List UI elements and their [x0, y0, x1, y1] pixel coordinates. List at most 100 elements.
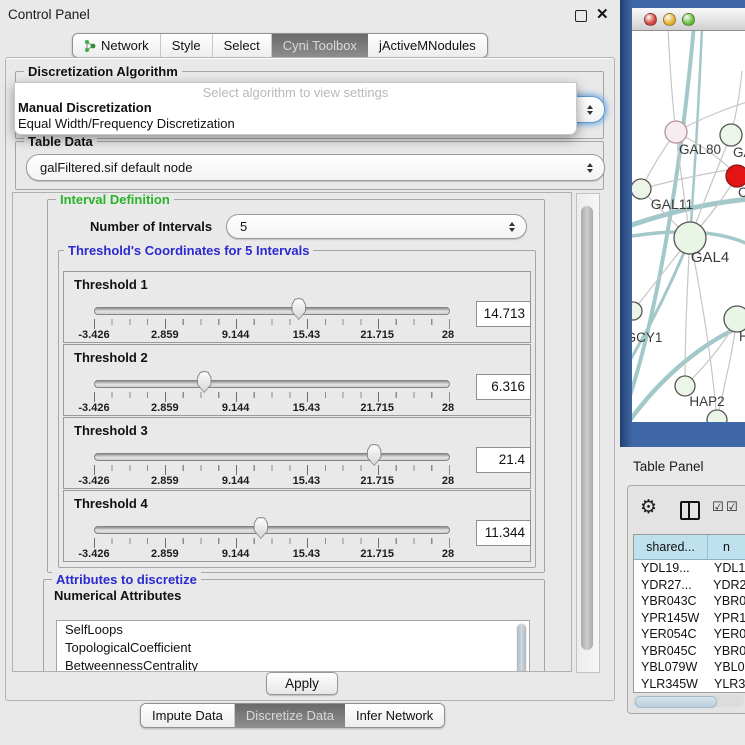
- list-scrollbar[interactable]: [516, 623, 527, 672]
- slider-track[interactable]: [94, 526, 450, 534]
- tab-cyni-toolbox[interactable]: Cyni Toolbox: [272, 34, 368, 57]
- attribute-list-item[interactable]: BetweennessCentrality: [57, 657, 529, 672]
- zoom-button-icon[interactable]: [682, 13, 695, 26]
- table-cell-name: YBR0: [707, 643, 745, 660]
- list-scrollbar-thumb[interactable]: [517, 624, 526, 672]
- tick-label: -3.426: [78, 475, 109, 487]
- network-canvas[interactable]: GAL80GALCGAL11GAL4GCY1HHAP2: [632, 31, 745, 422]
- node-label: C: [738, 185, 745, 200]
- slider-track[interactable]: [94, 453, 450, 461]
- threshold-value-field[interactable]: 6.316: [476, 374, 531, 400]
- checkbox-icon[interactable]: ☑: [726, 500, 738, 515]
- tick-label: 9.144: [222, 475, 250, 487]
- tick-label: 2.859: [151, 329, 179, 341]
- bottom-tab-impute-data[interactable]: Impute Data: [141, 704, 235, 727]
- network-node-gal[interactable]: [720, 124, 742, 146]
- bottom-tab-infer-network[interactable]: Infer Network: [345, 704, 444, 727]
- table-row[interactable]: YDL19...YDL1: [634, 560, 745, 577]
- table-cell-shared-name: YBL079W: [634, 659, 707, 676]
- table-rows: YDL19...YDL1YDR27...YDR2YBR043CYBR0YPR14…: [634, 560, 745, 692]
- tick-label: 28: [442, 548, 454, 560]
- table-row[interactable]: YLR345WYLR3: [634, 676, 745, 693]
- bottom-tab-label: Infer Network: [356, 708, 433, 723]
- minimize-button-icon[interactable]: [663, 13, 676, 26]
- table-cell-name: YBL0: [707, 659, 745, 676]
- tick-label: 9.144: [222, 402, 250, 414]
- slider-major-ticks: [94, 465, 450, 475]
- attribute-list-item[interactable]: TopologicalCoefficient: [57, 639, 529, 657]
- close-button-icon[interactable]: [644, 13, 657, 26]
- screen: Control Panel ✕ NetworkStyleSelectCyni T…: [0, 0, 745, 745]
- attribute-list-item[interactable]: SelfLoops: [57, 621, 529, 639]
- tick-label: 15.43: [293, 548, 321, 560]
- table-cell-name: YDR2: [706, 577, 745, 594]
- tick-label: 2.859: [151, 475, 179, 487]
- close-icon[interactable]: ✕: [596, 5, 609, 23]
- interval-definition-title: Interval Definition: [56, 192, 174, 207]
- network-node-gal80[interactable]: [665, 121, 687, 143]
- table-row[interactable]: YBL079WYBL0: [634, 659, 745, 676]
- dropdown-option-manual-discretization[interactable]: Manual Discretization: [18, 100, 152, 115]
- network-node[interactable]: [707, 410, 727, 422]
- threshold-value-field[interactable]: 11.344: [476, 520, 531, 546]
- table-data-title: Table Data: [24, 134, 97, 149]
- algorithm-group-title: Discretization Algorithm: [24, 64, 182, 79]
- slider-major-ticks: [94, 392, 450, 402]
- table-row[interactable]: YDR27...YDR2: [634, 577, 745, 594]
- table-row[interactable]: YBR043CYBR0: [634, 593, 745, 610]
- tab-network[interactable]: Network: [73, 34, 161, 57]
- table-header-row: shared...n: [634, 535, 745, 560]
- attributes-group: Attributes to discretize Numerical Attri…: [43, 579, 545, 672]
- slider-track[interactable]: [94, 380, 450, 388]
- table-header-cell-shared[interactable]: shared...: [634, 535, 708, 559]
- slider-thumb[interactable]: [366, 444, 383, 466]
- bottom-tab-discretize-data[interactable]: Discretize Data: [235, 704, 345, 727]
- slider-track[interactable]: [94, 307, 450, 315]
- threshold-panel-2: Threshold 2-3.4262.8599.14415.4321.71528…: [63, 344, 531, 416]
- network-node-gal11[interactable]: [632, 179, 651, 199]
- tab-label: Network: [101, 38, 149, 53]
- table-row[interactable]: YPR145WYPR1: [634, 610, 745, 627]
- table-data-combo[interactable]: galFiltered.sif default node: [26, 154, 605, 181]
- column-layout-icon[interactable]: [680, 501, 700, 520]
- slider-thumb[interactable]: [196, 371, 213, 393]
- network-node-hap2[interactable]: [675, 376, 695, 396]
- dropdown-option-equal-width-frequency-discretization[interactable]: Equal Width/Frequency Discretization: [18, 116, 235, 131]
- apply-button[interactable]: Apply: [266, 672, 338, 695]
- panel-scrollbar[interactable]: [576, 193, 600, 673]
- numerical-attributes-list[interactable]: SelfLoopsTopologicalCoefficientBetweenne…: [56, 620, 530, 672]
- table-row[interactable]: YBR045CYBR0: [634, 643, 745, 660]
- tab-style[interactable]: Style: [161, 34, 213, 57]
- network-window-titlebar[interactable]: [632, 8, 745, 31]
- threshold-value-field[interactable]: 21.4: [476, 447, 531, 473]
- table-panel-title: Table Panel: [633, 459, 704, 474]
- panel-scrollbar-thumb[interactable]: [581, 206, 593, 650]
- slider-thumb[interactable]: [290, 298, 307, 320]
- table-cell-shared-name: YER054C: [634, 626, 707, 643]
- network-graph: GAL80GALCGAL11GAL4GCY1HHAP2: [632, 31, 745, 422]
- tick-label: 2.859: [151, 548, 179, 560]
- node-label: GAL: [733, 145, 745, 160]
- tick-label: 28: [442, 329, 454, 341]
- slider-thumb-face: [367, 445, 382, 465]
- table-row[interactable]: YER054CYER0: [634, 626, 745, 643]
- table-header-cell-n[interactable]: n: [708, 535, 745, 559]
- node-label: GAL11: [651, 196, 694, 212]
- network-node-gcy1[interactable]: [632, 302, 642, 320]
- slider-thumb[interactable]: [252, 517, 269, 539]
- cyni-bottom-tabs: Impute DataDiscretize Data Infer Network: [140, 703, 445, 728]
- gear-icon[interactable]: ⚙: [640, 498, 657, 517]
- network-node-c[interactable]: [726, 165, 745, 187]
- float-window-icon[interactable]: [575, 10, 587, 22]
- threshold-label: Threshold 3: [74, 423, 148, 438]
- tab-select[interactable]: Select: [213, 34, 272, 57]
- table-hscrollbar-thumb[interactable]: [635, 696, 717, 708]
- number-of-intervals-label: Number of Intervals: [90, 219, 212, 234]
- table-hscrollbar[interactable]: [633, 695, 744, 707]
- threshold-value-field[interactable]: 14.713: [476, 301, 531, 327]
- tab-jactivemnodules[interactable]: jActiveMNodules: [368, 34, 487, 57]
- number-of-intervals-value: 5: [240, 219, 247, 234]
- number-of-intervals-combo[interactable]: 5: [226, 214, 527, 239]
- node-label: GAL80: [679, 142, 721, 157]
- checkbox-icon[interactable]: ☑: [712, 500, 724, 515]
